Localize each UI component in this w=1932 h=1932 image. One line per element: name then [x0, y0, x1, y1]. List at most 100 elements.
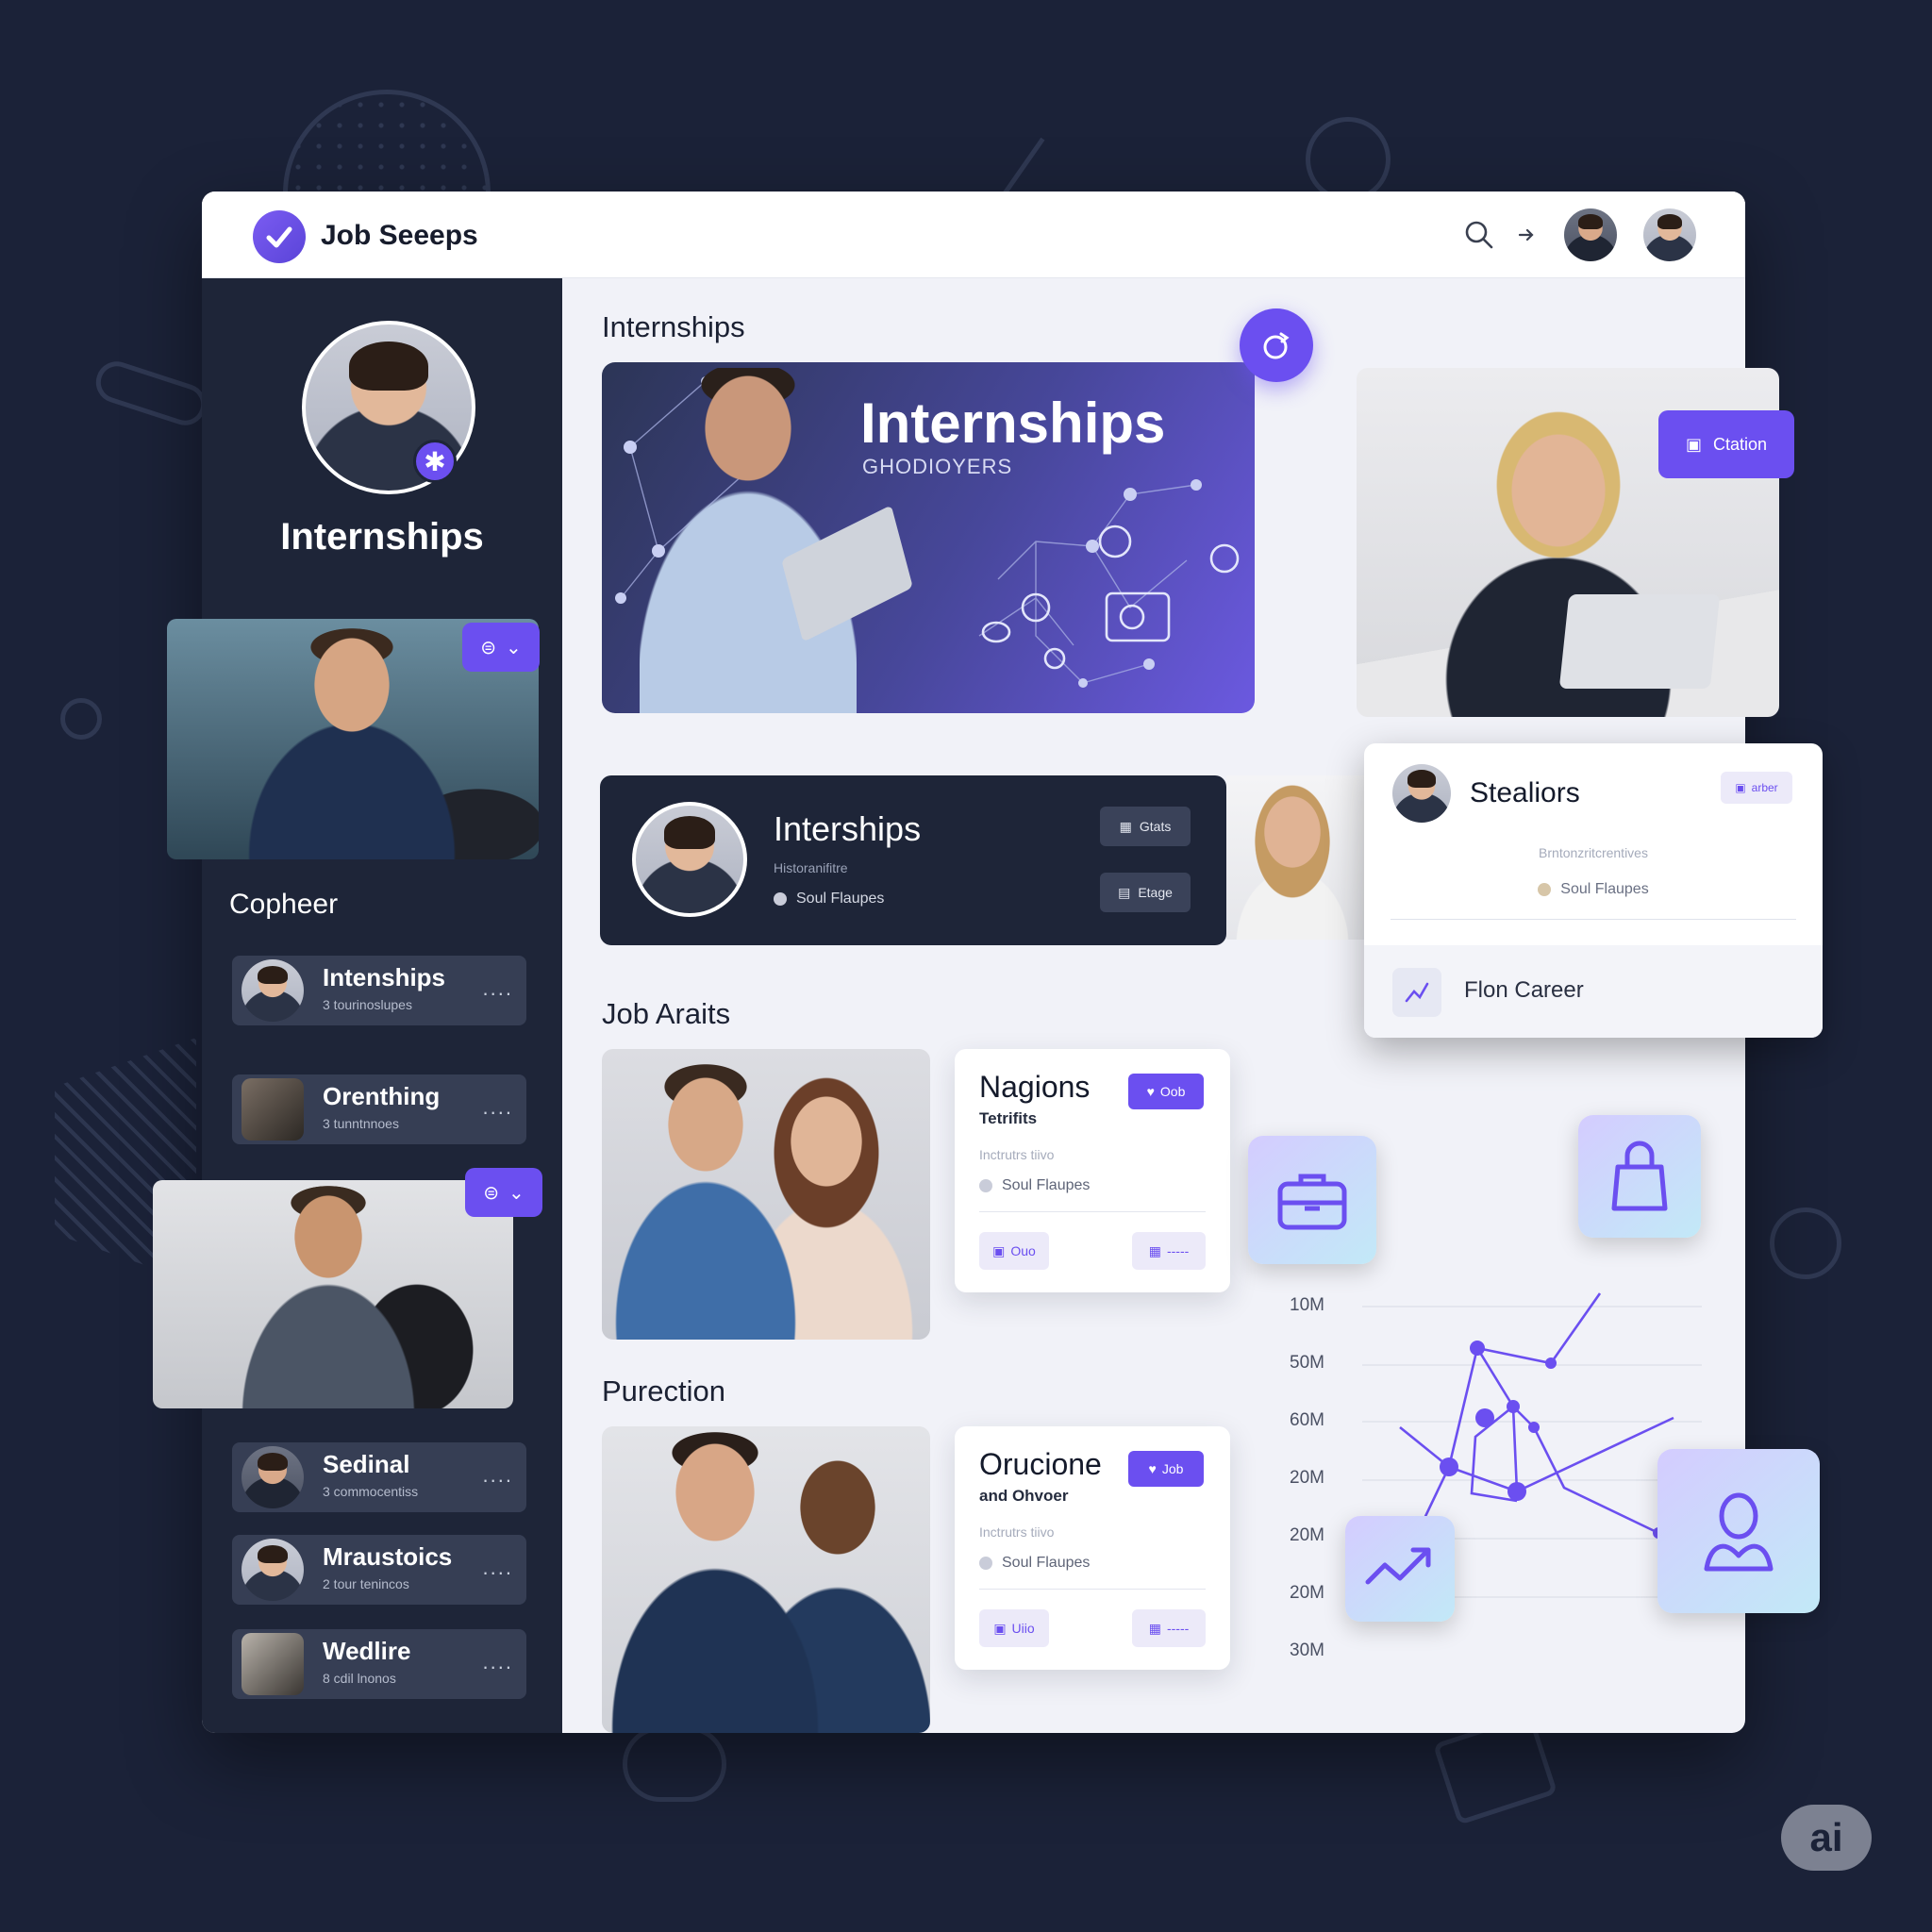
- briefcase-tile-icon[interactable]: [1248, 1136, 1376, 1264]
- job-card-action-right[interactable]: ▦ -----: [1132, 1609, 1206, 1647]
- decorative-ring: [60, 698, 102, 740]
- job-card-subtitle: Tetrifits: [979, 1109, 1038, 1127]
- stats-button[interactable]: ▦ Gtats: [1100, 807, 1191, 846]
- profile-card-footer[interactable]: Flon Career: [1364, 945, 1823, 1038]
- job-card[interactable]: Nagions Tetrifits ♥ Oob Inctrutrs tiivo S…: [955, 1049, 1230, 1292]
- profile-card-avatar: [1392, 764, 1451, 823]
- sidebar: ✱ Internships Copheer Intenships 3 touri…: [202, 278, 562, 1733]
- hero-banner[interactable]: Internships GHODIOYERS: [602, 362, 1255, 713]
- item-avatar: [242, 1446, 304, 1508]
- arrow-right-icon[interactable]: [1509, 218, 1543, 252]
- stage-button-label: Etage: [1138, 885, 1173, 900]
- chat-button-label: Ctation: [1712, 434, 1768, 454]
- card-meta: Soul Flaupes: [774, 891, 884, 908]
- calendar-icon: ▤: [1118, 884, 1131, 900]
- sidebar-item[interactable]: Sedinal 3 commocentiss ....: [232, 1442, 526, 1512]
- more-options-icon[interactable]: ....: [483, 1463, 513, 1488]
- photo-options-chip[interactable]: ⊜ ⌄: [465, 1168, 542, 1217]
- job-card-meta-text: Soul Flaupes: [1002, 1177, 1091, 1193]
- shopping-bag-tile-icon[interactable]: [1578, 1115, 1701, 1238]
- more-options-icon[interactable]: ....: [483, 1556, 513, 1580]
- sidebar-item-sub: 3 commocentiss: [323, 1484, 419, 1499]
- internship-card[interactable]: Interships Historanifitre Soul Flaupes: [600, 775, 1226, 945]
- card-title: Interships: [774, 809, 922, 848]
- options-icon: ⊜: [480, 637, 496, 658]
- job-card-title: Nagions: [979, 1070, 1091, 1104]
- divider: [979, 1589, 1206, 1590]
- user-avatar[interactable]: [1564, 208, 1617, 261]
- action-right-label: -----: [1166, 1621, 1190, 1636]
- sidebar-item-label: Mraustoics: [323, 1542, 453, 1571]
- axis-label: 20M: [1290, 1583, 1324, 1603]
- more-options-icon[interactable]: ....: [483, 1650, 513, 1674]
- hero-subtitle: GHODIOYERS: [862, 455, 1013, 478]
- sidebar-item-label: Wedlire: [323, 1637, 411, 1665]
- stats-button-label: Gtats: [1139, 819, 1172, 834]
- chevron-down-icon: ⌄: [508, 1182, 525, 1204]
- axis-label: 30M: [1290, 1641, 1324, 1660]
- bookmark-icon: ▣: [992, 1242, 1006, 1258]
- sidebar-item-label: Sedinal: [323, 1450, 410, 1478]
- ai-badge[interactable]: ai: [1781, 1805, 1872, 1871]
- decorative-ring: [1306, 117, 1391, 202]
- phone-photo-woman[interactable]: [1226, 775, 1364, 940]
- job-photo-couple[interactable]: [602, 1049, 930, 1340]
- more-options-icon[interactable]: ....: [483, 1095, 513, 1120]
- profile-card-faint-text: Brntonzritcrentives: [1539, 845, 1648, 860]
- tag-icon: ♥: [1148, 1461, 1157, 1476]
- search-icon[interactable]: [1462, 218, 1496, 252]
- status-dot: [979, 1179, 992, 1192]
- profile-card-footer-label: Flon Career: [1464, 977, 1584, 1003]
- job-tag-button[interactable]: ♥ Oob: [1128, 1074, 1204, 1109]
- section-heading: Job Araits: [602, 997, 731, 1030]
- refresh-action-button[interactable]: [1240, 308, 1313, 382]
- job-card-meta: Soul Flaupes: [979, 1555, 1090, 1572]
- job-card-action-right[interactable]: ▦ -----: [1132, 1232, 1206, 1270]
- job-card[interactable]: Orucione and Ohvoer ♥ Job Inctrutrs tiivo…: [955, 1426, 1230, 1670]
- status-dot: [774, 892, 787, 906]
- profile-card-tag[interactable]: ▣ arber: [1721, 772, 1792, 804]
- sidebar-item-label: Orenthing: [323, 1082, 441, 1110]
- bookmark-icon: ▣: [1735, 781, 1746, 794]
- job-card-meta: Soul Flaupes: [979, 1177, 1090, 1194]
- options-icon: ⊜: [483, 1182, 499, 1204]
- divider: [1391, 919, 1796, 920]
- job-card-meta-text: Soul Flaupes: [1002, 1555, 1091, 1571]
- hero-title: Internships: [860, 391, 1166, 455]
- stage-button[interactable]: ▤ Etage: [1100, 873, 1191, 912]
- axis-label: 20M: [1290, 1525, 1324, 1545]
- profile-card-meta-text: Soul Flaupes: [1560, 881, 1649, 897]
- chat-button[interactable]: ▣ Ctation: [1658, 410, 1794, 478]
- section-heading: Internships: [602, 310, 745, 343]
- item-thumbnail: [242, 1078, 304, 1141]
- decorative-pill-shape: [91, 356, 211, 431]
- section-heading: Purection: [602, 1374, 725, 1407]
- briefcase-icon: ▦: [1148, 1242, 1161, 1258]
- user-tile-icon[interactable]: [1657, 1449, 1820, 1613]
- sidebar-item[interactable]: Mraustoics 2 tour tenincos ....: [232, 1535, 526, 1605]
- card-avatar: [632, 802, 747, 917]
- axis-label: 60M: [1290, 1410, 1324, 1430]
- action-left-label: Ouo: [1010, 1243, 1036, 1258]
- decorative-ring: [623, 1726, 726, 1802]
- sidebar-item[interactable]: Orenthing 3 tunntnnoes ....: [232, 1074, 526, 1144]
- trend-tile-icon[interactable]: [1345, 1516, 1455, 1622]
- sidebar-photo-engineer[interactable]: [153, 1180, 513, 1408]
- job-tag-button[interactable]: ♥ Job: [1128, 1451, 1204, 1487]
- item-avatar: [242, 959, 304, 1022]
- checkmark-logo-icon[interactable]: [253, 210, 306, 263]
- job-card-action-left[interactable]: ▣ Uiio: [979, 1609, 1049, 1647]
- laptop-icon: [1558, 594, 1721, 689]
- sidebar-item-sub: 3 tourinoslupes: [323, 997, 412, 1012]
- sidebar-item[interactable]: Intenships 3 tourinoslupes ....: [232, 956, 526, 1025]
- card-subtitle: Historanifitre: [774, 860, 848, 875]
- photo-options-chip[interactable]: ⊜ ⌄: [462, 623, 540, 672]
- job-card-action-left[interactable]: ▣ Ouo: [979, 1232, 1049, 1270]
- sidebar-item[interactable]: Wedlire 8 cdil lnonos ....: [232, 1629, 526, 1699]
- chevron-down-icon: ⌄: [506, 637, 522, 658]
- profile-summary-card[interactable]: Stealiors ▣ arber Brntonzritcrentives Sou…: [1364, 743, 1823, 1038]
- more-options-icon[interactable]: ....: [483, 976, 513, 1001]
- job-photo-duo[interactable]: [602, 1426, 930, 1733]
- status-dot: [1538, 883, 1552, 896]
- user-avatar-secondary[interactable]: [1643, 208, 1696, 261]
